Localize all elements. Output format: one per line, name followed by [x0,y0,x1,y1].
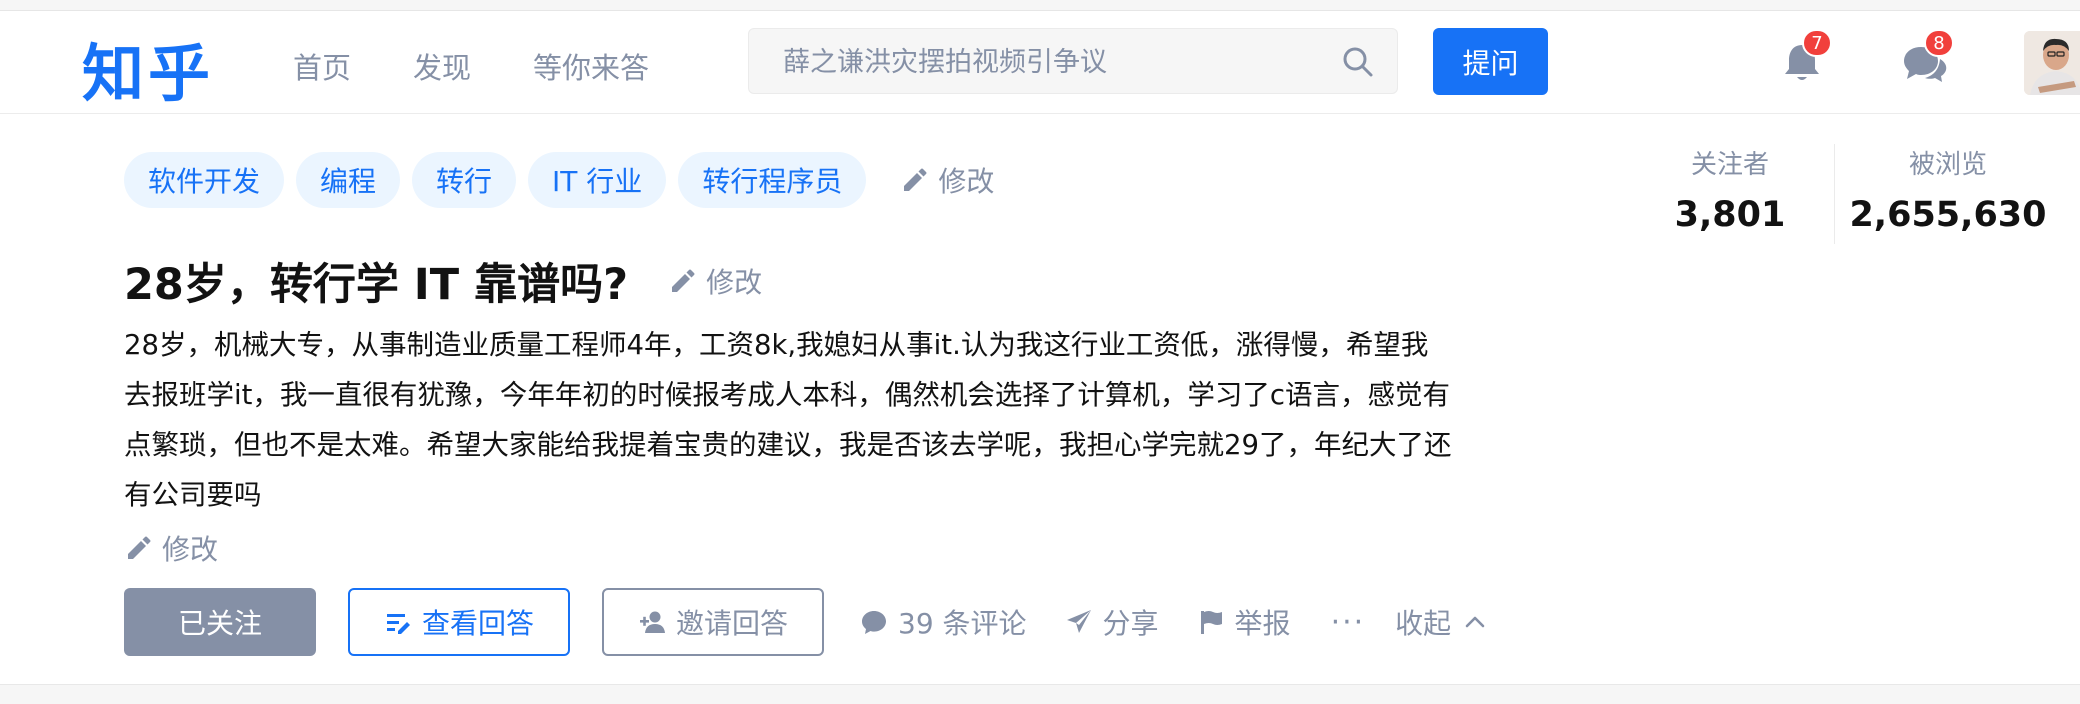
edit-detail-link[interactable]: 修改 [124,528,218,568]
followers-count: 3,801 [1674,195,1786,235]
add-user-icon [639,611,665,633]
question-header-card: 软件开发 编程 转行 IT 行业 转行程序员 修改 关注者 3,801 被浏览 … [0,114,2080,685]
main-nav: 首页 发现 等你来答 [293,45,711,87]
nav-waiting-answers[interactable]: 等你来答 [533,45,649,87]
question-stats: 关注者 3,801 被浏览 2,655,630 [1660,144,2050,244]
avatar-image [2024,31,2080,95]
stats-divider [1834,144,1835,244]
views-count: 2,655,630 [1849,195,2047,235]
search-icon[interactable] [1341,45,1375,79]
edit-topics-link[interactable]: 修改 [900,160,994,200]
share-button[interactable]: 分享 [1065,602,1159,642]
zhihu-logo[interactable]: 知乎 [82,23,214,113]
topic-tag[interactable]: 转行程序员 [678,152,867,208]
invite-answer-button[interactable]: 邀请回答 [602,588,824,656]
topic-tag[interactable]: 转行 [412,152,517,208]
comment-icon [862,611,886,634]
collapse-label: 收起 [1395,607,1452,640]
chevron-up-icon [1465,616,1485,628]
paper-plane-icon [1066,610,1091,633]
pencil-icon [128,536,151,559]
question-actions: 已关注 查看回答 邀请回答 39 条评论 分享 举报 ··· 收起 [124,588,1487,656]
edit-label: 修改 [162,533,219,566]
more-options-button[interactable]: ··· [1331,605,1366,640]
views-label: 被浏览 [1908,150,1987,180]
browser-top-strip [0,0,2080,11]
edit-label: 修改 [938,165,995,198]
search-input[interactable] [781,29,1325,95]
report-label: 举报 [1234,607,1291,640]
topic-tag[interactable]: 软件开发 [124,152,285,208]
messages-button[interactable]: 8 [1894,29,1954,91]
invite-answer-label: 邀请回答 [675,607,788,640]
messages-badge: 8 [1924,29,1954,57]
comments-label: 39 条评论 [898,607,1027,640]
collapse-button[interactable]: 收起 [1395,602,1487,642]
question-detail: 28岁，机械大专，从事制造业质量工程师4年，工资8k,我媳妇从事it.认为我这行… [124,329,1452,511]
flag-icon [1200,611,1222,634]
views-stat: 被浏览 2,655,630 [1848,144,2048,235]
user-avatar[interactable] [2024,31,2080,95]
followers-stat[interactable]: 关注者 3,801 [1660,144,1800,235]
comments-button[interactable]: 39 条评论 [860,602,1027,642]
question-title-row: 28岁，转行学 IT 靠谱吗? 修改 [124,250,762,312]
topic-list: 软件开发 编程 转行 IT 行业 转行程序员 修改 [124,152,994,208]
nav-explore[interactable]: 发现 [413,45,471,87]
question-title: 28岁，转行学 IT 靠谱吗? [124,260,629,310]
edit-title-link[interactable]: 修改 [668,261,762,301]
followed-button[interactable]: 已关注 [124,588,316,656]
report-button[interactable]: 举报 [1197,602,1291,642]
nav-home[interactable]: 首页 [293,45,351,87]
view-answers-button[interactable]: 查看回答 [348,588,570,656]
followers-label: 关注者 [1690,150,1769,180]
answer-list-icon [386,614,410,634]
pencil-icon [672,269,695,292]
view-answers-label: 查看回答 [421,607,534,640]
search-box [748,28,1398,95]
edit-label: 修改 [706,266,763,299]
share-label: 分享 [1102,607,1159,640]
topic-tag[interactable]: IT 行业 [528,152,667,208]
pencil-icon [904,168,927,191]
notifications-badge: 7 [1802,29,1832,57]
top-header: 知乎 首页 发现 等你来答 提问 7 8 [0,11,2080,114]
notifications-button[interactable]: 7 [1772,29,1832,91]
topic-tag[interactable]: 编程 [296,152,401,208]
ask-question-button[interactable]: 提问 [1433,28,1548,95]
